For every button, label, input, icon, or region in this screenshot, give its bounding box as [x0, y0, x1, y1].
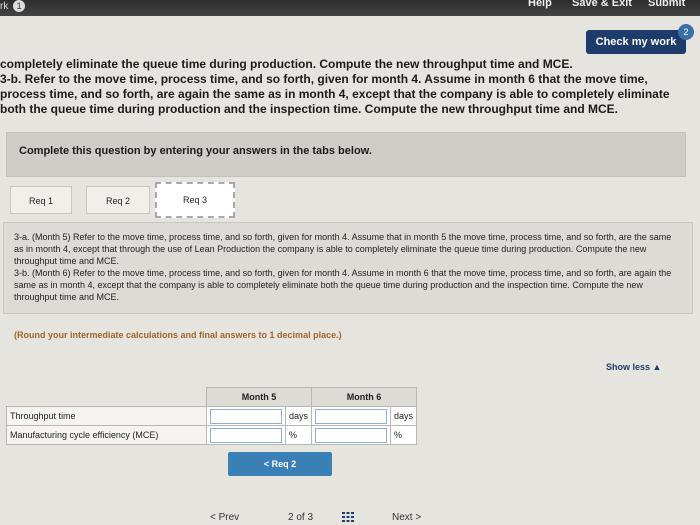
throughput-month5-cell: [206, 406, 286, 426]
prev-button[interactable]: < Prev: [210, 512, 239, 523]
question-3a: 3-a. (Month 5) Refer to the move time, p…: [14, 232, 672, 266]
tab-req-2[interactable]: Req 2: [86, 186, 150, 214]
show-less-link[interactable]: Show less ▲: [606, 362, 661, 372]
question-panel: 3-a. (Month 5) Refer to the move time, p…: [3, 222, 693, 314]
check-my-work-button[interactable]: Check my work: [586, 30, 686, 54]
mce-month6-input[interactable]: [315, 427, 388, 443]
instructions-panel: Complete this question by entering your …: [6, 132, 686, 177]
assignment-badge: 1: [13, 0, 26, 12]
table-header-row: Month 5 Month 6: [6, 387, 418, 407]
throughput-month6-input[interactable]: [315, 408, 388, 424]
assignment-indicator: rk 1: [0, 0, 26, 12]
mce-month5-input[interactable]: [210, 427, 282, 443]
header-blank: [6, 387, 207, 407]
question-3b: 3-b. (Month 6) Refer to the move time, p…: [14, 268, 672, 302]
page-indicator: 2 of 3: [288, 512, 314, 523]
table-row: Throughput time days days: [6, 406, 418, 426]
question-intro: completely eliminate the queue time duri…: [0, 57, 690, 117]
grid-icon[interactable]: [342, 512, 354, 525]
check-count-badge: 2: [678, 24, 694, 40]
next-button[interactable]: Next >: [392, 512, 421, 523]
table-row: Manufacturing cycle efficiency (MCE) % %: [6, 425, 418, 445]
throughput-month6-unit: days: [390, 406, 418, 426]
top-toolbar: rk 1 Help Save & Exit Submit: [0, 0, 700, 16]
throughput-month5-unit: days: [284, 406, 313, 426]
assignment-label: rk: [0, 1, 9, 12]
question-text: 3-a. (Month 5) Refer to the move time, p…: [14, 231, 679, 303]
throughput-month5-input[interactable]: [210, 408, 282, 424]
intro-line-2: 3-b. Refer to the move time, process tim…: [0, 72, 670, 116]
header-month-5: Month 5: [205, 387, 313, 407]
throughput-month6-cell: [311, 406, 392, 426]
instructions-heading: Complete this question by entering your …: [19, 145, 372, 157]
previous-req-button[interactable]: < Req 2: [228, 452, 332, 476]
answer-table: Month 5 Month 6 Throughput time days day…: [6, 387, 418, 445]
tab-req-1[interactable]: Req 1: [10, 186, 72, 214]
mce-month6-cell: [311, 425, 392, 445]
help-button[interactable]: Help: [528, 0, 552, 9]
header-month-6: Month 6: [311, 387, 418, 407]
row-label-mce: Manufacturing cycle efficiency (MCE): [6, 425, 207, 445]
intro-line-1: completely eliminate the queue time duri…: [0, 57, 573, 71]
save-exit-button[interactable]: Save & Exit: [572, 0, 632, 9]
pagination: < Prev 2 of 3 Next >: [0, 506, 700, 525]
mce-month6-unit: %: [390, 425, 418, 445]
mce-month5-cell: [206, 425, 286, 445]
row-label-throughput: Throughput time: [6, 406, 207, 426]
rounding-instruction: (Round your intermediate calculations an…: [14, 330, 342, 340]
mce-month5-unit: %: [284, 425, 313, 445]
tab-req-3[interactable]: Req 3: [155, 182, 235, 218]
submit-button[interactable]: Submit: [648, 0, 685, 9]
